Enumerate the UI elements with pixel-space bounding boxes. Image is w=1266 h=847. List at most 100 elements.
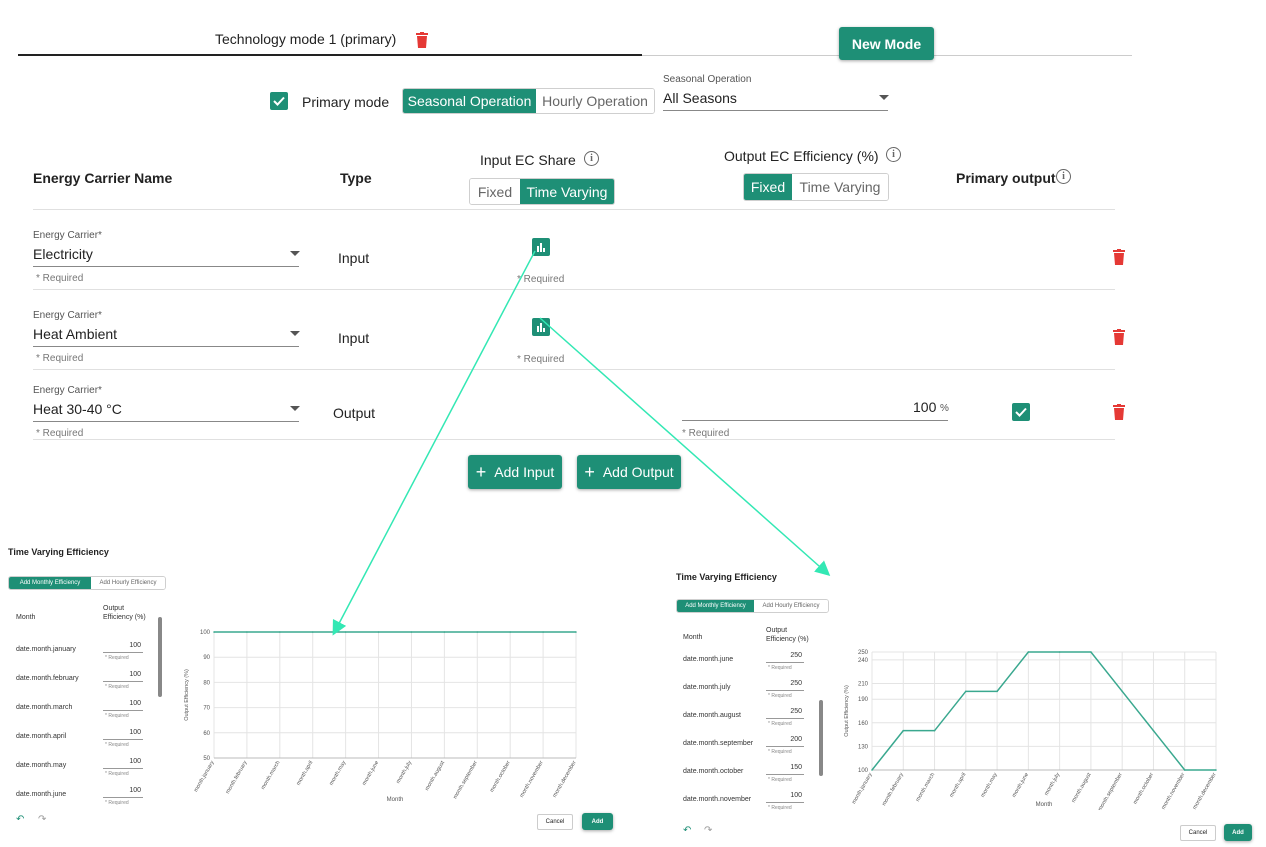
y-tick-label: 190 <box>858 697 869 703</box>
col-month: Month <box>16 614 36 621</box>
data-point <box>246 631 248 633</box>
add-output-button[interactable]: + Add Output <box>577 455 681 489</box>
input-share-fixed-button[interactable]: Fixed <box>470 179 520 204</box>
carrier-select[interactable]: Heat Ambient <box>33 324 300 347</box>
efficiency-input[interactable]: 100 <box>766 790 804 803</box>
efficiency-input[interactable]: 100 <box>103 640 143 653</box>
primary-mode-checkbox[interactable] <box>270 92 288 110</box>
data-point <box>933 729 936 732</box>
efficiency-value: 100 <box>129 642 141 649</box>
add-input-button[interactable]: + Add Input <box>468 455 562 489</box>
month-cell: date.month.october <box>683 768 744 775</box>
info-icon[interactable]: i <box>886 147 901 162</box>
month-cell: date.month.may <box>16 762 67 769</box>
x-axis-label: Month <box>387 797 404 803</box>
seasonal-select[interactable]: All Seasons <box>663 88 889 111</box>
carrier-label: Energy Carrier* <box>33 230 102 241</box>
efficiency-input[interactable]: 250 <box>766 650 804 663</box>
efficiency-input[interactable]: 100 <box>103 785 143 798</box>
efficiency-value: 200 <box>790 736 802 743</box>
col-output-efficiency: Output Efficiency (%) <box>766 627 809 643</box>
efficiency-input[interactable]: 250 <box>766 706 804 719</box>
y-tick-label: 80 <box>203 680 210 686</box>
scrollbar[interactable] <box>819 700 823 776</box>
x-tick-label: month.april <box>949 772 968 799</box>
primary-mode-label: Primary mode <box>302 94 390 110</box>
efficiency-input[interactable]: 100 <box>103 669 143 682</box>
input-share-time-varying-button[interactable]: Time Varying <box>520 179 614 204</box>
delete-row-icon[interactable] <box>1113 329 1125 345</box>
scrollbar[interactable] <box>158 617 162 697</box>
data-point <box>443 631 446 633</box>
output-eff-fixed-button[interactable]: Fixed <box>744 174 792 200</box>
required-hint: * Required <box>768 805 792 811</box>
data-point <box>410 631 413 633</box>
y-axis-label: Output Efficiency (%) <box>184 669 190 721</box>
add-button[interactable]: Add <box>582 813 613 830</box>
efficiency-input[interactable]: 100 % <box>682 397 949 421</box>
efficiency-input[interactable]: 100 <box>103 727 143 740</box>
efficiency-input[interactable]: 100 <box>103 756 143 769</box>
col-primary-output: Primary output <box>956 170 1056 186</box>
data-point <box>965 690 967 693</box>
undo-icon[interactable]: ↶ <box>683 825 691 836</box>
data-point <box>1183 769 1186 771</box>
add-button[interactable]: Add <box>1224 824 1252 841</box>
undo-icon[interactable]: ↶ <box>16 814 24 825</box>
plus-icon: + <box>475 461 487 482</box>
redo-icon[interactable]: ↷ <box>38 814 46 825</box>
chart-icon[interactable] <box>532 238 550 256</box>
month-cell: date.month.july <box>683 684 731 691</box>
info-icon[interactable]: i <box>584 151 599 166</box>
y-tick-label: 70 <box>203 706 210 712</box>
efficiency-value: 100 <box>913 399 937 415</box>
primary-output-checkbox[interactable] <box>1012 403 1030 421</box>
tab-hourly-efficiency[interactable]: Add Hourly Efficiency <box>754 600 828 612</box>
x-axis-label: Month <box>1036 802 1053 808</box>
cancel-button[interactable]: Cancel <box>537 814 573 830</box>
carrier-select[interactable]: Electricity <box>33 244 300 267</box>
y-tick-label: 100 <box>200 630 211 636</box>
data-point <box>377 631 380 633</box>
tab-monthly-efficiency[interactable]: Add Monthly Efficiency <box>9 577 91 589</box>
delete-row-icon[interactable] <box>1113 249 1125 265</box>
new-mode-button[interactable]: New Mode <box>839 27 934 60</box>
x-tick-label: month.february <box>225 760 249 795</box>
month-cell: date.month.june <box>683 656 734 663</box>
seasonal-operation-button[interactable]: Seasonal Operation <box>403 89 536 113</box>
carrier-value: Electricity <box>33 246 93 262</box>
data-point <box>1121 690 1123 693</box>
x-tick-label: month.may <box>329 760 348 787</box>
efficiency-input[interactable]: 200 <box>766 734 804 747</box>
y-tick-label: 60 <box>203 731 210 737</box>
cancel-button[interactable]: Cancel <box>1180 825 1216 841</box>
tab-monthly-efficiency[interactable]: Add Monthly Efficiency <box>677 600 754 612</box>
carrier-label: Energy Carrier* <box>33 310 102 321</box>
plus-icon: + <box>584 461 595 482</box>
efficiency-input[interactable]: 100 <box>103 698 143 711</box>
efficiency-value: 250 <box>790 680 802 687</box>
data-point <box>1090 651 1092 653</box>
efficiency-input[interactable]: 150 <box>766 762 804 775</box>
required-hint: * Required <box>768 665 792 671</box>
tab-mode-1-label: Technology mode 1 (primary) <box>215 31 397 47</box>
chevron-down-icon <box>879 95 889 100</box>
hourly-operation-button[interactable]: Hourly Operation <box>536 89 654 113</box>
tab-mode-1[interactable]: Technology mode 1 (primary) <box>18 24 642 56</box>
delete-mode-icon[interactable] <box>416 32 428 48</box>
tab-hourly-efficiency[interactable]: Add Hourly Efficiency <box>91 577 165 589</box>
col-input-ec-share: Input EC Share <box>480 152 576 168</box>
check-icon <box>273 96 285 106</box>
required-hint: * Required <box>105 713 129 719</box>
delete-row-icon[interactable] <box>1113 404 1125 420</box>
add-output-label: Add Output <box>602 464 674 480</box>
output-eff-toggle: Fixed Time Varying <box>743 173 889 201</box>
output-eff-time-varying-button[interactable]: Time Varying <box>792 174 888 200</box>
x-tick-label: month.september <box>1097 772 1124 810</box>
redo-icon[interactable]: ↷ <box>704 825 712 836</box>
info-icon[interactable]: i <box>1056 169 1071 184</box>
carrier-select[interactable]: Heat 30-40 °C <box>33 399 300 422</box>
chart-icon[interactable] <box>532 318 550 336</box>
efficiency-input[interactable]: 250 <box>766 678 804 691</box>
arrow-to-left-chart <box>332 250 536 636</box>
